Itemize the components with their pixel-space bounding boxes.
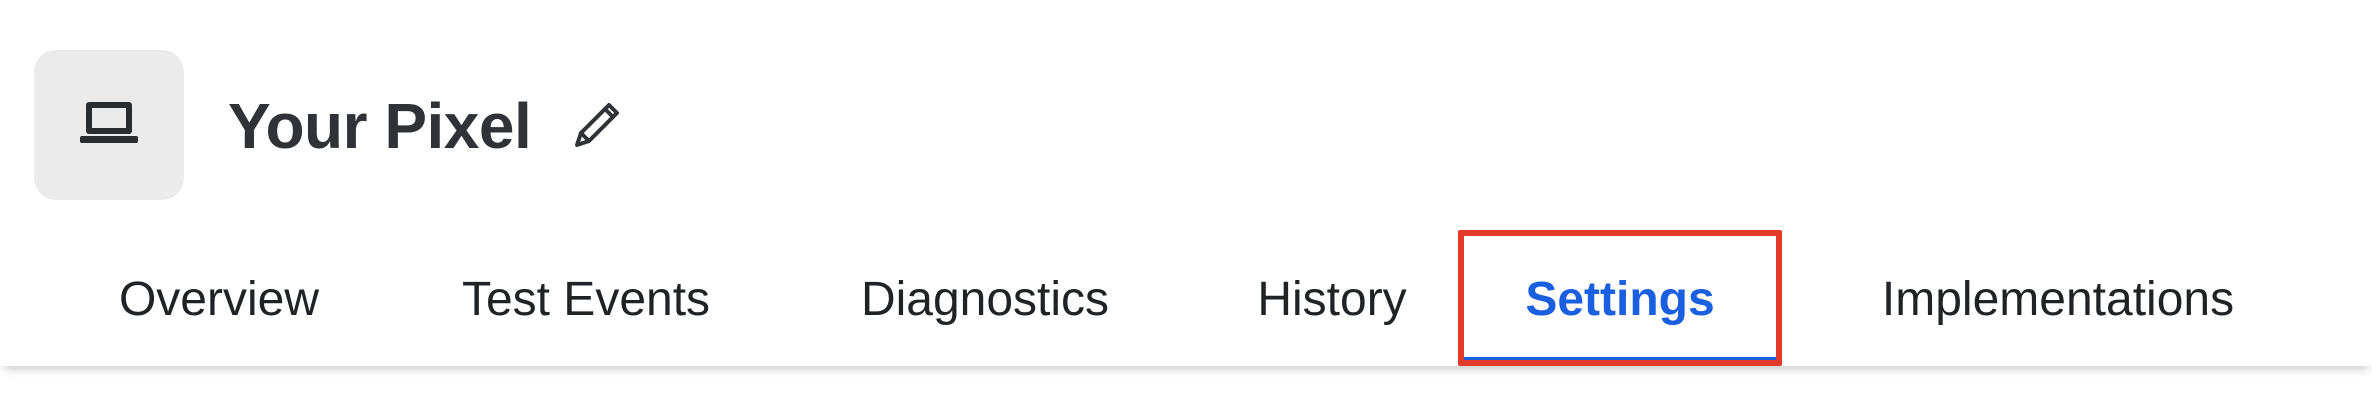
tab-label: Overview: [118, 272, 320, 326]
tab-diagnostics[interactable]: Diagnostics: [830, 232, 1140, 366]
laptop-icon: [78, 98, 140, 153]
active-tab-indicator: [1464, 357, 1776, 362]
tab-test-events[interactable]: Test Events: [438, 232, 734, 366]
tab-label: Settings: [1525, 272, 1715, 326]
tab-label: Test Events: [461, 272, 711, 326]
tab-implementations[interactable]: Implementations: [1848, 232, 2268, 366]
tab-history[interactable]: History: [1228, 232, 1436, 366]
tab-overview[interactable]: Overview: [84, 232, 354, 366]
tab-settings[interactable]: Settings: [1464, 232, 1776, 366]
pixel-header: Your Pixel Overview Test Events Diagnost…: [0, 0, 2372, 408]
pencil-icon[interactable]: [565, 95, 627, 157]
pixel-avatar: [34, 50, 184, 200]
tab-label: History: [1257, 272, 1407, 326]
tab-bar: Overview Test Events Diagnostics History…: [0, 232, 2372, 366]
page-title: Your Pixel: [228, 90, 532, 162]
tab-label: Diagnostics: [860, 272, 1110, 326]
title-row: Your Pixel: [228, 78, 627, 174]
tab-label: Implementations: [1881, 272, 2235, 326]
